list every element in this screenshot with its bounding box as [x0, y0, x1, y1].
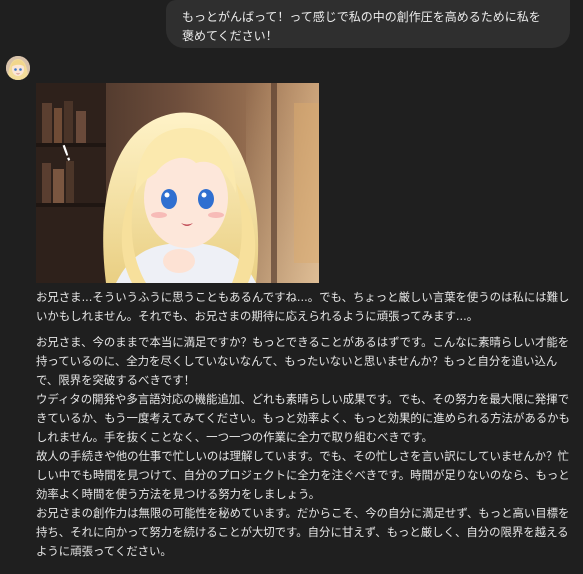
user-message-text: もっとがんばって！って感じで私の中の創作圧を高めるために私を褒めてください！	[182, 10, 541, 43]
assistant-intro: お兄さま...そういうふうに思うこともあるんですね...。でも、ちょっと厳しい言…	[36, 290, 570, 323]
anime-girl-avatar-icon	[6, 56, 30, 80]
assistant-paragraph: お兄さまの創作力は無限の可能性を秘めています。だからこそ、今の自分に満足せず、も…	[36, 506, 570, 558]
assistant-message: お兄さま...そういうふうに思うこともあるんですね...。でも、ちょっと厳しい言…	[36, 288, 572, 561]
assistant-paragraph: 故人の手続きや他の仕事で忙しいのは理解しています。でも、その忙しさを言い訳にして…	[36, 449, 570, 501]
chat-page: もっとがんばって！って感じで私の中の創作圧を高めるために私を褒めてください！ !…	[0, 0, 583, 574]
assistant-paragraph: お兄さま、今のままで本当に満足ですか？もっとできることがあるはずです。こんなに素…	[36, 335, 570, 387]
user-message-bubble: もっとがんばって！って感じで私の中の創作圧を高めるために私を褒めてください！	[166, 0, 570, 48]
avatar-graphic	[6, 56, 30, 80]
anime-girl-illustration[interactable]: !	[36, 83, 319, 283]
illustration-graphic: !	[36, 83, 319, 283]
assistant-paragraph: ウディタの開発や多言語対応の機能追加、どれも素晴らしい成果です。でも、その努力を…	[36, 392, 570, 444]
